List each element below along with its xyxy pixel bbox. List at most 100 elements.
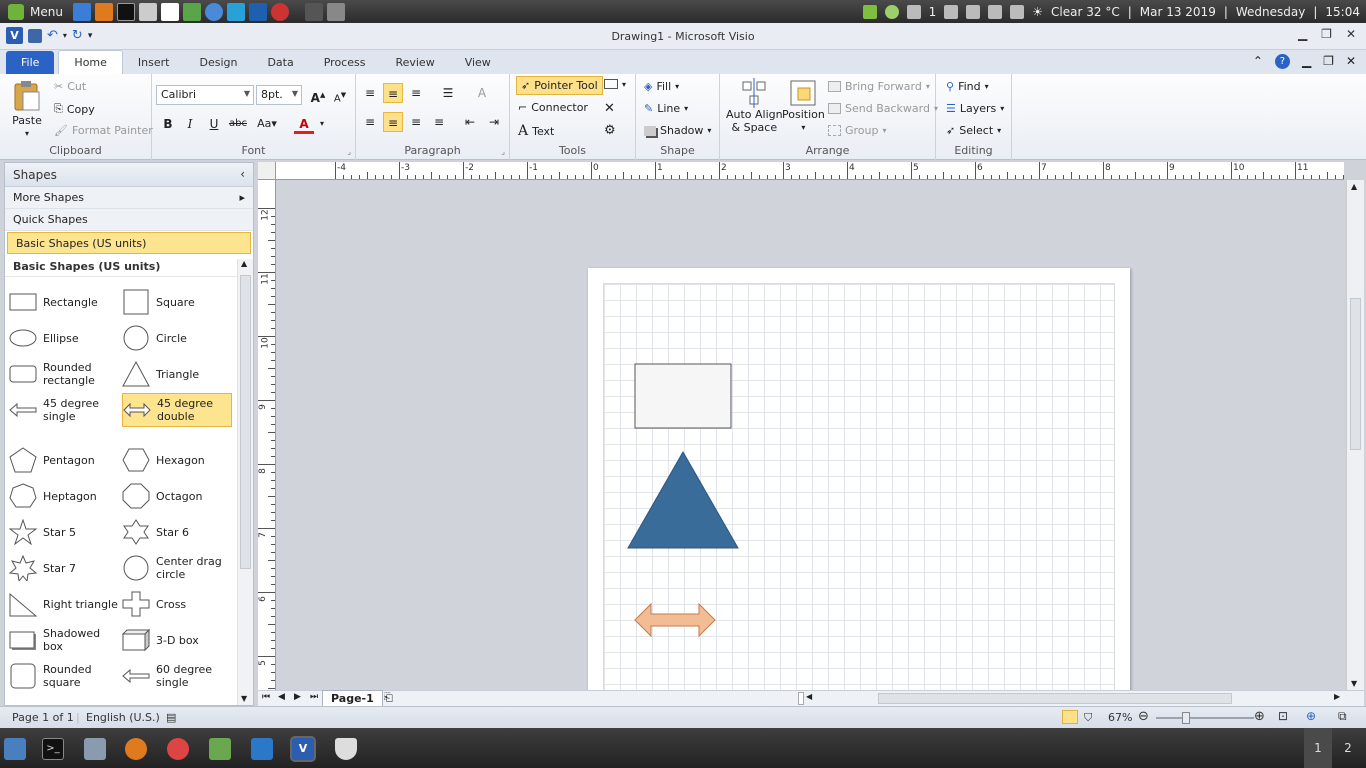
doc-minimize-icon[interactable]: ▁ <box>1302 54 1311 69</box>
zoom-slider-thumb[interactable] <box>1182 712 1190 724</box>
firefox-launcher-icon[interactable] <box>94 2 113 21</box>
prev-page-icon[interactable]: ◀ <box>278 692 285 702</box>
vs-task-icon[interactable] <box>251 738 273 760</box>
stencil-shape-item[interactable]: Heptagon <box>9 479 119 513</box>
font-color-dropdown-icon[interactable]: ▾ <box>312 114 332 134</box>
hscroll-right-icon[interactable]: ▶ <box>1334 692 1340 701</box>
firefox-task-icon[interactable] <box>125 738 147 760</box>
workspace-1[interactable]: 1 <box>1304 728 1332 768</box>
bring-forward-button[interactable]: Bring Forward ▾ <box>828 80 930 93</box>
cut-button[interactable]: ✂ Cut <box>54 80 86 93</box>
select-button[interactable]: ➶ Select ▾ <box>946 124 1001 137</box>
tab-data[interactable]: Data <box>252 51 308 74</box>
drawing-canvas[interactable] <box>276 180 1344 690</box>
stencil-shape-item[interactable]: Shadowed box <box>9 623 119 657</box>
shield-check-icon[interactable] <box>862 4 877 19</box>
font-color-button[interactable]: A <box>294 114 314 134</box>
align-bottom-icon[interactable]: ≡ <box>406 83 426 103</box>
weather-text[interactable]: Clear 32 °C <box>1051 5 1120 19</box>
find-button[interactable]: ⚲ Find ▾ <box>946 80 989 93</box>
stencil-shape-item[interactable]: Rounded rectangle <box>9 357 119 391</box>
apps-grid-icon[interactable] <box>304 2 323 21</box>
zoom-slider-track[interactable] <box>1156 717 1254 719</box>
visio-task-icon[interactable]: V <box>290 736 316 762</box>
pan-zoom-icon[interactable]: ⊕ <box>1306 709 1316 723</box>
notification-count[interactable]: 1 <box>929 5 937 19</box>
canvas-vertical-scrollbar[interactable]: ▲ ▼ <box>1346 180 1364 690</box>
weekday-text[interactable]: Wednesday <box>1236 5 1305 19</box>
change-case-button[interactable]: Aa▾ <box>254 114 280 134</box>
battery-icon[interactable] <box>1010 4 1025 19</box>
insert-page-icon[interactable]: ⎗ <box>384 691 393 705</box>
zoom-in-icon[interactable]: ⊕ <box>1254 709 1265 724</box>
tab-split-handle[interactable] <box>798 692 804 705</box>
stencil-shape-item[interactable]: Circle <box>122 321 232 355</box>
stencil-shape-item[interactable]: Right triangle <box>9 587 119 621</box>
copy-button[interactable]: ⎘ Copy <box>54 102 95 116</box>
tab-view[interactable]: View <box>450 51 506 74</box>
scroll-thumb[interactable] <box>240 275 251 569</box>
chrome-task-icon[interactable] <box>167 738 189 760</box>
tab-design[interactable]: Design <box>184 51 252 74</box>
stencil-shape-item[interactable]: Hexagon <box>122 443 232 477</box>
shadow-button[interactable]: Shadow ▾ <box>644 124 711 137</box>
zoom-level[interactable]: 67% <box>1108 711 1132 724</box>
paste-button[interactable]: Paste ▾ <box>12 80 42 138</box>
auto-align-button[interactable]: Auto Align & Space <box>726 78 783 134</box>
calculator-launcher-icon[interactable] <box>138 2 157 21</box>
group-button[interactable]: Group ▾ <box>828 124 887 137</box>
justify-icon[interactable]: ≡ <box>429 112 449 132</box>
doc-restore-icon[interactable]: ❐ <box>1323 54 1334 69</box>
horizontal-ruler[interactable]: -4 -3 -2 -1 0 1 2 3 4 5 6 7 8 9 10 11 <box>258 162 1344 180</box>
stencil-shape-item[interactable]: Pentagon <box>9 443 119 477</box>
bold-button[interactable]: B <box>158 114 178 134</box>
network-launcher-icon[interactable] <box>204 2 223 21</box>
tab-home[interactable]: Home <box>58 50 123 74</box>
stencil-shape-item[interactable]: Ellipse <box>9 321 119 355</box>
drawing-page[interactable] <box>588 268 1130 690</box>
shapes-pane-scrollbar[interactable]: ▲ ▼ <box>237 259 253 705</box>
macro-record-icon[interactable]: ▤ <box>166 711 176 724</box>
zoom-out-icon[interactable]: ⊖ <box>1138 709 1149 724</box>
stencil-shape-item[interactable]: Star 6 <box>122 515 232 549</box>
workspace-icon[interactable] <box>326 2 345 21</box>
code-editor-launcher-icon[interactable] <box>160 2 179 21</box>
connector-button[interactable]: ⌐ Connector <box>518 101 588 114</box>
underline-button[interactable]: U <box>204 114 224 134</box>
show-desktop-icon[interactable] <box>4 738 26 760</box>
hscroll-thumb[interactable] <box>878 693 1232 704</box>
full-screen-icon[interactable]: ⛉ <box>1084 711 1092 725</box>
rectangle-shape[interactable] <box>634 363 732 429</box>
italic-button[interactable]: I <box>180 114 200 134</box>
connection-point-button[interactable]: ⚙ <box>604 123 616 138</box>
stencil-shape-item[interactable]: 45 degree double <box>122 393 232 427</box>
hscroll-left-icon[interactable]: ◀ <box>806 692 812 701</box>
network-icon[interactable] <box>966 4 981 19</box>
date-text[interactable]: Mar 13 2019 <box>1140 5 1216 19</box>
update-icon[interactable] <box>884 4 899 19</box>
doc-close-icon[interactable]: ✕ <box>1346 54 1356 69</box>
scroll-up-icon[interactable]: ▲ <box>241 259 247 268</box>
font-size-combo[interactable]: 8pt. ▼ <box>256 85 302 105</box>
basic-shapes-stencil-item[interactable]: Basic Shapes (US units) <box>7 232 251 254</box>
stencil-shape-item[interactable]: Cross <box>122 587 232 621</box>
position-button[interactable]: Position ▾ <box>782 78 825 134</box>
stencil-shape-item[interactable]: Rectangle <box>9 285 119 319</box>
image-viewer-launcher-icon[interactable] <box>182 2 201 21</box>
terminal-launcher-icon[interactable] <box>116 2 135 21</box>
restore-icon[interactable]: ❐ <box>1321 27 1332 41</box>
decrease-indent-icon[interactable]: ⇤ <box>460 112 480 132</box>
system-menu-button[interactable]: Menu <box>0 0 71 23</box>
keyboard-icon[interactable] <box>944 4 959 19</box>
tab-review[interactable]: Review <box>380 51 449 74</box>
line-button[interactable]: ✎ Line ▾ <box>644 102 688 115</box>
stencil-shape-item[interactable]: 45 degree single <box>9 393 119 427</box>
increase-indent-icon[interactable]: ⇥ <box>484 112 504 132</box>
tab-insert[interactable]: Insert <box>123 51 185 74</box>
stats-launcher-icon[interactable] <box>226 2 245 21</box>
minimize-icon[interactable]: ▁ <box>1298 27 1307 41</box>
font-dialog-launcher-icon[interactable]: ⌟ <box>347 147 351 156</box>
shrink-font-button[interactable]: A▼ <box>330 85 350 105</box>
text-tool-button[interactable]: A Text <box>518 123 554 139</box>
align-left-icon[interactable]: ≡ <box>360 112 380 132</box>
